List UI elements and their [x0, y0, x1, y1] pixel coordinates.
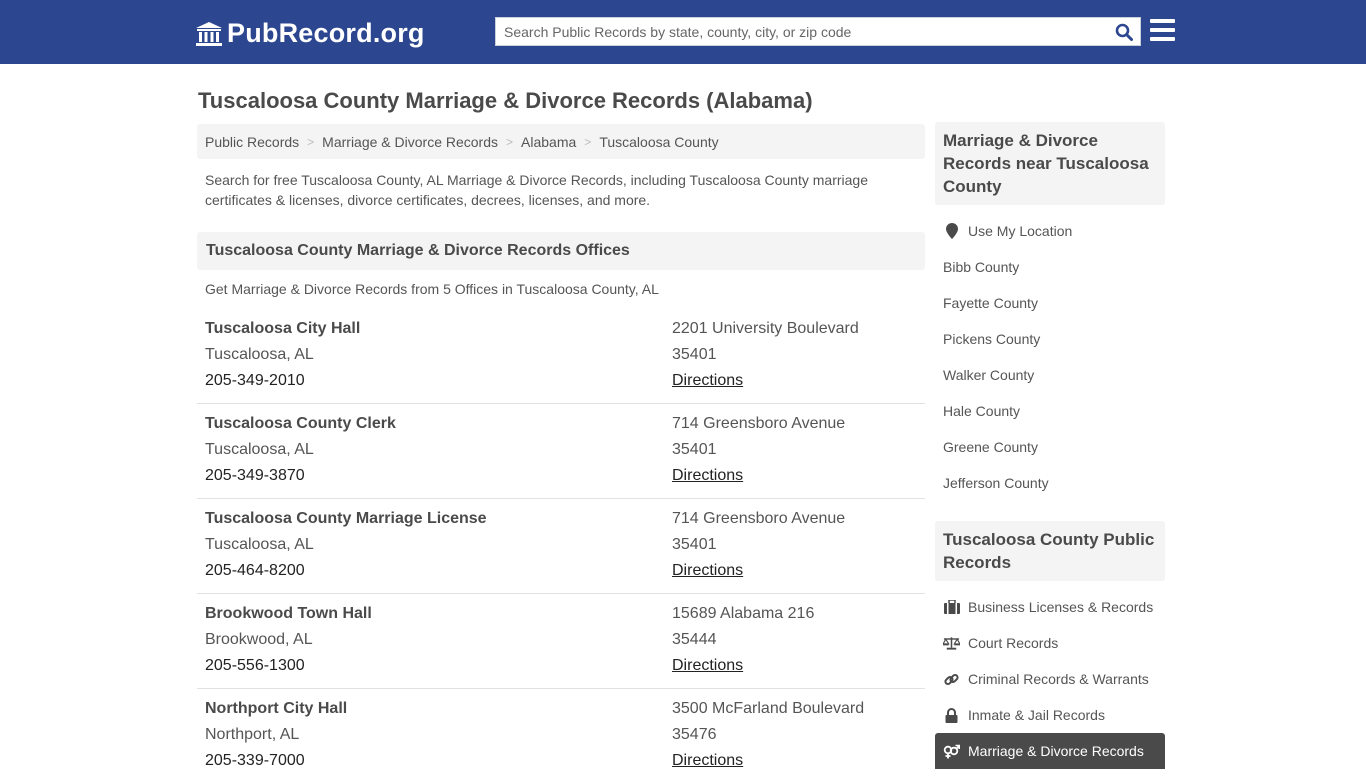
- nearby-records-title: Marriage & Divorce Records near Tuscaloo…: [935, 122, 1165, 205]
- gender-icon: [943, 743, 960, 759]
- nearby-county-link[interactable]: Greene County: [935, 429, 1165, 465]
- sidebar-item-inmate-records[interactable]: Inmate & Jail Records: [935, 697, 1165, 733]
- page-title: Tuscaloosa County Marriage & Divorce Rec…: [198, 88, 813, 113]
- hamburger-menu-button[interactable]: [1150, 19, 1175, 41]
- office-address: 2201 University Boulevard: [672, 320, 859, 337]
- directions-link[interactable]: Directions: [672, 657, 743, 674]
- office-item: Brookwood Town Hall Brookwood, AL 205-55…: [197, 594, 925, 689]
- sidebar-item-label: Criminal Records & Warrants: [968, 671, 1149, 687]
- office-address: 15689 Alabama 216: [672, 605, 815, 622]
- breadcrumb-separator: >: [506, 134, 514, 149]
- directions-link[interactable]: Directions: [672, 467, 743, 484]
- sidebar-item-court-records[interactable]: Court Records: [935, 625, 1165, 661]
- courthouse-icon: [196, 21, 222, 46]
- main-content: Public Records > Marriage & Divorce Reco…: [197, 124, 925, 769]
- sidebar-item-label: Business Licenses & Records: [968, 599, 1154, 615]
- top-navbar: PubRecord.org: [0, 0, 1366, 64]
- menu-bar: [1150, 28, 1175, 32]
- office-zip: 35444: [672, 631, 717, 648]
- breadcrumb-separator: >: [307, 134, 315, 149]
- office-city: Tuscaloosa, AL: [205, 536, 314, 553]
- office-zip: 35401: [672, 346, 717, 363]
- sidebar-item-label: Marriage & Divorce Records: [968, 743, 1144, 759]
- directions-link[interactable]: Directions: [672, 372, 743, 389]
- office-zip: 35476: [672, 726, 717, 743]
- breadcrumb-tuscaloosa-county[interactable]: Tuscaloosa County: [599, 134, 718, 150]
- office-address: 714 Greensboro Avenue: [672, 415, 846, 432]
- sidebar-item-criminal-records[interactable]: Criminal Records & Warrants: [935, 661, 1165, 697]
- office-city: Brookwood, AL: [205, 631, 313, 648]
- sidebar-item-label: Court Records: [968, 635, 1059, 651]
- map-marker-icon: [943, 223, 960, 239]
- search-input[interactable]: [496, 18, 1108, 45]
- nearby-county-link[interactable]: Hale County: [935, 393, 1165, 429]
- office-phone[interactable]: 205-349-3870: [205, 466, 396, 492]
- public-records-list: Business Licenses & Records Court Record…: [935, 581, 1165, 769]
- nearby-county-link[interactable]: Fayette County: [935, 285, 1165, 321]
- use-my-location-button[interactable]: Use My Location: [935, 213, 1165, 249]
- search-button[interactable]: [1108, 18, 1140, 45]
- briefcase-icon: [943, 599, 960, 615]
- office-address: 714 Greensboro Avenue: [672, 510, 846, 527]
- office-zip: 35401: [672, 536, 717, 553]
- search-bar: [495, 17, 1141, 46]
- office-name: Northport City Hall: [205, 700, 348, 717]
- sidebar-item-marriage-divorce-records[interactable]: Marriage & Divorce Records: [935, 733, 1165, 769]
- nearby-county-link[interactable]: Pickens County: [935, 321, 1165, 357]
- office-city: Tuscaloosa, AL: [205, 346, 314, 363]
- office-name: Brookwood Town Hall: [205, 605, 372, 622]
- search-icon: [1115, 23, 1133, 41]
- office-phone[interactable]: 205-464-8200: [205, 561, 487, 587]
- office-item: Tuscaloosa County Clerk Tuscaloosa, AL 2…: [197, 404, 925, 499]
- sidebar: Marriage & Divorce Records near Tuscaloo…: [935, 122, 1165, 769]
- nearby-county-link[interactable]: Walker County: [935, 357, 1165, 393]
- office-phone[interactable]: 205-339-7000: [205, 751, 347, 777]
- breadcrumb-marriage-divorce[interactable]: Marriage & Divorce Records: [322, 134, 498, 150]
- sidebar-item-label: Inmate & Jail Records: [968, 707, 1105, 723]
- office-address: 3500 McFarland Boulevard: [672, 700, 865, 717]
- intro-text: Search for free Tuscaloosa County, AL Ma…: [205, 172, 868, 208]
- office-phone[interactable]: 205-349-2010: [205, 371, 360, 397]
- nearby-county-link[interactable]: Jefferson County: [935, 465, 1165, 501]
- directions-link[interactable]: Directions: [672, 752, 743, 769]
- use-my-location-label: Use My Location: [968, 223, 1073, 239]
- office-name: Tuscaloosa City Hall: [205, 320, 361, 337]
- breadcrumb-alabama[interactable]: Alabama: [521, 134, 576, 150]
- breadcrumb-separator: >: [584, 134, 592, 149]
- office-list: Tuscaloosa City Hall Tuscaloosa, AL 205-…: [197, 309, 925, 784]
- county-public-records-title: Tuscaloosa County Public Records: [935, 521, 1165, 581]
- nearby-county-link[interactable]: Bibb County: [935, 249, 1165, 285]
- breadcrumb: Public Records > Marriage & Divorce Reco…: [197, 124, 925, 159]
- office-city: Tuscaloosa, AL: [205, 441, 314, 458]
- balance-scale-icon: [943, 635, 960, 651]
- office-city: Northport, AL: [205, 726, 300, 743]
- menu-bar: [1150, 19, 1175, 23]
- office-phone[interactable]: 205-556-1300: [205, 656, 372, 682]
- lock-icon: [943, 707, 960, 723]
- site-logo[interactable]: PubRecord.org: [195, 18, 425, 49]
- office-item: Tuscaloosa County Marriage License Tusca…: [197, 499, 925, 594]
- office-name: Tuscaloosa County Clerk: [205, 415, 396, 432]
- office-zip: 35401: [672, 441, 717, 458]
- offices-section-title: Tuscaloosa County Marriage & Divorce Rec…: [197, 232, 925, 270]
- office-name: Tuscaloosa County Marriage License: [205, 510, 487, 527]
- breadcrumb-public-records[interactable]: Public Records: [205, 134, 299, 150]
- office-item: Northport City Hall Northport, AL 205-33…: [197, 689, 925, 784]
- sidebar-item-business-licenses[interactable]: Business Licenses & Records: [935, 589, 1165, 625]
- office-item: Tuscaloosa City Hall Tuscaloosa, AL 205-…: [197, 309, 925, 404]
- nearby-county-list: Use My Location Bibb County Fayette Coun…: [935, 205, 1165, 501]
- link-icon: [943, 671, 960, 687]
- offices-subtitle: Get Marriage & Divorce Records from 5 Of…: [205, 281, 659, 297]
- logo-text: PubRecord.org: [227, 18, 425, 48]
- menu-bar: [1150, 37, 1175, 41]
- directions-link[interactable]: Directions: [672, 562, 743, 579]
